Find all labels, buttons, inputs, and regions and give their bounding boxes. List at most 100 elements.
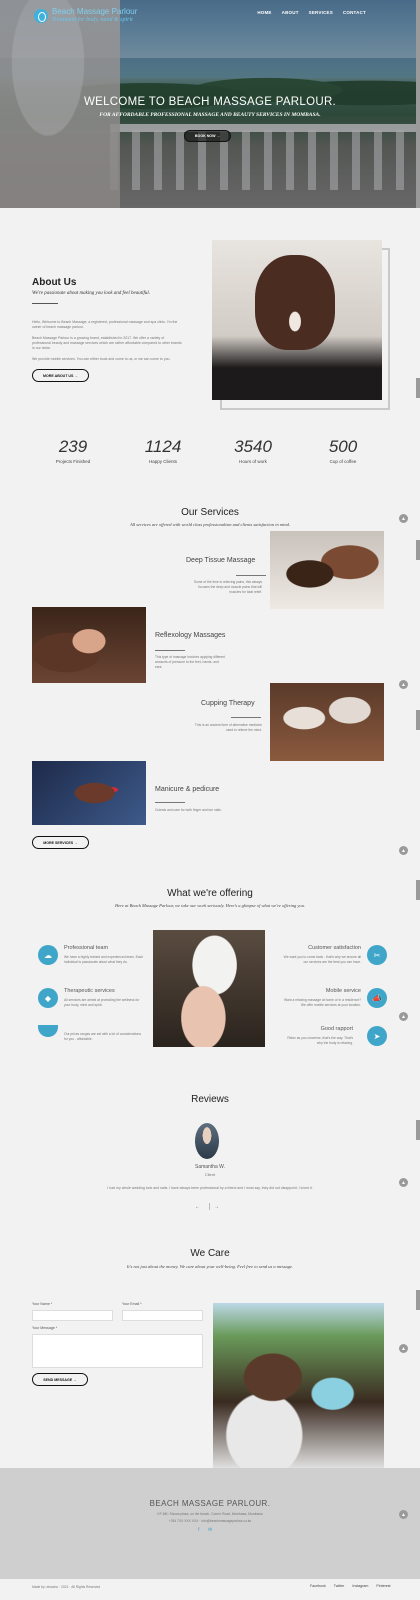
send-message-button[interactable]: SEND MESSAGE →: [32, 1373, 88, 1386]
diamond-icon: ◆: [38, 988, 58, 1008]
service-title-cupping: Cupping Therapy: [201, 700, 255, 707]
scroll-top-button[interactable]: ▲: [399, 514, 408, 523]
care-subtitle: It's not just about the money. We care a…: [126, 1264, 294, 1269]
stat-label: Projects Finished: [55, 459, 91, 464]
twitter-icon[interactable]: ✉: [208, 1527, 212, 1533]
about-subtitle: We're passionate about making you look a…: [32, 291, 151, 296]
service-divider: [155, 802, 185, 803]
scrollbar-thumb[interactable]: [416, 1290, 420, 1310]
scroll-top-button[interactable]: ▲: [399, 1012, 408, 1021]
service-divider: [155, 650, 185, 651]
message-textarea[interactable]: [32, 1334, 203, 1368]
footer-social-links: Facebook Twitter Instagram Pinterest: [310, 1584, 391, 1588]
more-about-button[interactable]: MORE ABOUT US →: [32, 369, 89, 382]
stat-label: Happy Clients: [148, 459, 177, 464]
book-now-button[interactable]: BOOK NOW →: [184, 130, 231, 142]
stat-value: 1124: [144, 437, 182, 456]
offer-title-therapeutic: Therapeutic services: [64, 988, 115, 994]
scroll-top-button[interactable]: ▲: [399, 846, 408, 855]
cupping-image: [270, 683, 384, 761]
stat-label: Cup of coffee: [329, 459, 357, 464]
hero-subtitle: FOR AFFORDABLE PROFESSIONAL MASSAGE AND …: [99, 112, 321, 118]
reviewer-name: Samantha W.: [194, 1164, 225, 1170]
send-icon: ➤: [367, 1026, 387, 1046]
scroll-top-button[interactable]: ▲: [399, 1344, 408, 1353]
footer-link-pinterest[interactable]: Pinterest: [376, 1584, 390, 1588]
scrollbar-thumb[interactable]: [416, 710, 420, 730]
logo-tagline: Treatment for body, mind & spirit: [52, 17, 133, 23]
scrollbar-thumb[interactable]: [416, 880, 420, 900]
offer-desc-therapeutic: All services are aimed at promoting the …: [64, 998, 140, 1007]
nav-services[interactable]: SERVICES: [309, 10, 333, 15]
service-desc-manicure: Cutests and care for both finger and toe…: [155, 808, 222, 812]
stat-value: 239: [58, 437, 88, 456]
offering-subtitle: Here at Beach Massage Parlour, we take o…: [115, 903, 305, 908]
hero-section: Beach Massage Parlour Treatment for body…: [0, 0, 420, 208]
services-subtitle: All services are offered with world clas…: [129, 522, 291, 527]
service-divider: [236, 575, 266, 576]
reflexology-image: [32, 607, 146, 683]
service-title-deep-tissue: Deep Tissue Massage: [186, 557, 256, 564]
offer-title-mobile: Mobile service: [325, 988, 361, 994]
nav-contact[interactable]: CONTACT: [343, 10, 366, 15]
name-input[interactable]: [32, 1310, 113, 1321]
stat-hours: 3540 Hours of work: [218, 437, 288, 464]
scrollbar-thumb[interactable]: [416, 1120, 420, 1140]
stat-clients: 1124 Happy Clients: [128, 437, 198, 464]
footer-contact: +254 7XX XXX XXX · info@beachmassageparl…: [168, 1519, 252, 1523]
nav-home[interactable]: HOME: [257, 10, 271, 15]
stat-coffee: 500 Cup of coffee: [308, 437, 378, 464]
scroll-top-button[interactable]: ▲: [399, 1510, 408, 1519]
review-text: I had my whole wedding look and nails. I…: [107, 1186, 313, 1190]
offer-desc-professional: We have a highly trained and experienced…: [64, 955, 144, 964]
reviewer-avatar: [195, 1123, 219, 1159]
footer: [0, 1468, 420, 1579]
offer-desc-rapport: Relax as you converse, that's the way. T…: [287, 1036, 353, 1045]
about-paragraph-1: Hello, Welcome to Beach Massage, a regis…: [32, 320, 178, 329]
offering-title: What we're offering: [167, 888, 253, 899]
scrollbar-thumb[interactable]: [416, 378, 420, 398]
footer-link-twitter[interactable]: Twitter: [334, 1584, 345, 1588]
scroll-top-button[interactable]: ▲: [399, 680, 408, 689]
site-logo[interactable]: Beach Massage Parlour Treatment for body…: [34, 7, 137, 24]
nav-about[interactable]: ABOUT: [282, 10, 299, 15]
offer-title-rapport: Good rapport: [320, 1026, 353, 1032]
coin-icon: [38, 1025, 58, 1037]
service-title-reflexology: Reflexology Massages: [155, 632, 226, 639]
scrollbar-thumb[interactable]: [416, 540, 420, 560]
offer-desc-pricing: Our prices ranges are set with a lot of …: [64, 1032, 141, 1041]
about-paragraph-3: We provide mobile services. You can eith…: [32, 357, 171, 361]
stat-value: 500: [328, 437, 358, 456]
email-label: Your Email *: [122, 1302, 142, 1306]
more-services-button[interactable]: MORE SERVICES →: [32, 836, 89, 849]
reviewer-role: Client: [204, 1172, 216, 1177]
service-divider: [231, 717, 261, 718]
email-input[interactable]: [122, 1310, 203, 1321]
cloud-icon: ☁: [38, 945, 58, 965]
megaphone-icon: 📣: [367, 988, 387, 1008]
service-title-manicure: Manicure & pedicure: [155, 786, 220, 793]
reviews-title: Reviews: [191, 1094, 229, 1105]
review-next-button[interactable]: →: [214, 1204, 219, 1210]
logo-name: Beach Massage Parlour: [52, 7, 138, 16]
stat-projects: 239 Projects Finished: [38, 437, 108, 464]
stat-label: Hours of work: [239, 459, 267, 464]
care-photo: [213, 1303, 384, 1468]
scrollbar-thumb[interactable]: [416, 0, 420, 208]
offer-title-satisfaction: Customer satisfaction: [308, 945, 361, 951]
logo-icon: [34, 9, 48, 23]
service-desc-deep-tissue: Some of the time is relieving pains, thi…: [193, 580, 262, 594]
owner-face-image: [255, 255, 335, 350]
scroll-top-button[interactable]: ▲: [399, 1178, 408, 1187]
service-desc-reflexology: This type of massage involves applying d…: [155, 655, 226, 669]
facebook-icon[interactable]: f: [198, 1527, 199, 1533]
review-prev-button[interactable]: ←: [195, 1204, 200, 1210]
manicure-image: [32, 761, 146, 825]
offer-title-professional: Professional team: [64, 945, 109, 951]
services-title: Our Services: [181, 507, 239, 518]
stat-value: 3540: [234, 437, 272, 456]
about-paragraph-2: Beach Massage Parlour is a growing brand…: [32, 336, 182, 350]
footer-link-instagram[interactable]: Instagram: [352, 1584, 368, 1588]
footer-link-facebook[interactable]: Facebook: [310, 1584, 326, 1588]
about-divider: [32, 303, 58, 304]
